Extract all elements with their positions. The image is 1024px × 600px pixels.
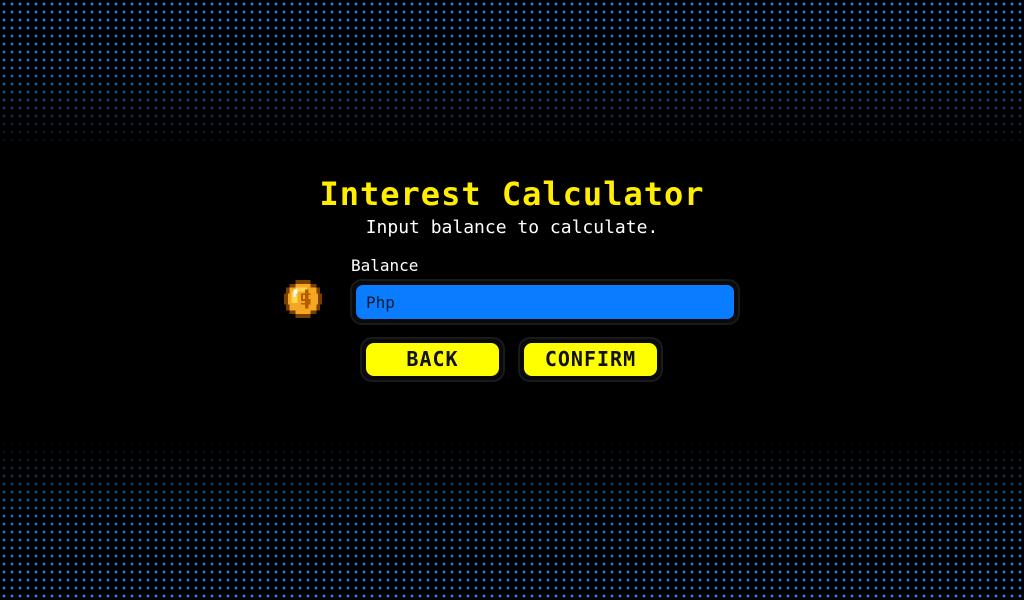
back-button-frame: BACK [362, 339, 503, 380]
back-button[interactable]: BACK [366, 343, 499, 376]
confirm-button-frame: CONFIRM [520, 339, 661, 380]
balance-input[interactable] [356, 285, 734, 319]
halftone-dots-bottom [0, 440, 1024, 600]
balance-input-frame [352, 281, 738, 323]
confirm-button[interactable]: CONFIRM [524, 343, 657, 376]
coin-icon [284, 280, 322, 318]
page-title: Interest Calculator [319, 175, 705, 213]
halftone-dots-top [0, 0, 1024, 150]
balance-label: Balance [351, 256, 419, 275]
app-screen: Interest Calculator Input balance to cal… [0, 0, 1024, 600]
page-subtitle: Input balance to calculate. [365, 217, 659, 238]
